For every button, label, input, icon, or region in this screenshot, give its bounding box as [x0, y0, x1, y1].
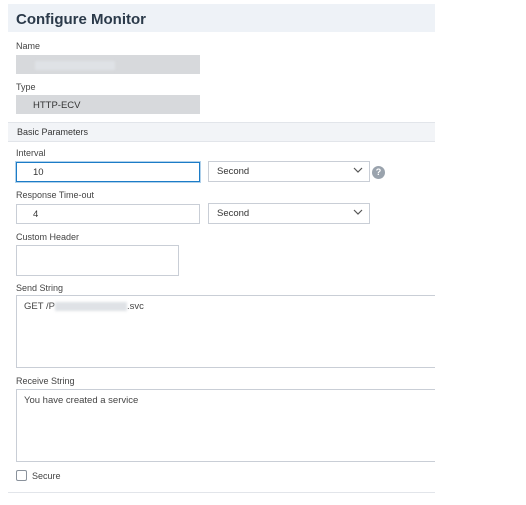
response-timeout-input[interactable]: 4 [16, 204, 200, 224]
receive-string-value: You have created a service [24, 395, 139, 406]
custom-header-input[interactable] [16, 245, 179, 276]
response-timeout-label: Response Time-out [16, 190, 95, 200]
bottom-divider [8, 492, 435, 493]
interval-label: Interval [16, 148, 46, 158]
response-timeout-value: 4 [33, 209, 39, 220]
send-string-prefix: GET /P [24, 301, 55, 312]
send-string-suffix: .svc [126, 301, 144, 312]
type-value: HTTP-ECV [33, 100, 81, 111]
name-redacted-value [35, 60, 115, 70]
interval-unit-value: Second [217, 166, 250, 177]
name-field [16, 55, 200, 74]
send-string-textarea[interactable]: GET /P .svc [16, 295, 435, 368]
page-title: Configure Monitor [16, 11, 146, 28]
type-field: HTTP-ECV [16, 95, 200, 114]
interval-input[interactable]: 10 [16, 162, 200, 182]
receive-string-label: Receive String [16, 376, 75, 386]
response-timeout-unit-select[interactable]: Second [208, 203, 370, 224]
type-label: Type [16, 82, 36, 92]
send-string-redacted [54, 301, 127, 311]
basic-parameters-section: Basic Parameters [8, 122, 435, 142]
receive-string-textarea[interactable]: You have created a service [16, 389, 435, 462]
chevron-down-icon [353, 209, 363, 215]
response-timeout-unit-value: Second [217, 208, 250, 219]
help-icon[interactable]: ? [372, 166, 385, 179]
chevron-down-icon [353, 167, 363, 173]
send-string-label: Send String [16, 283, 64, 293]
send-string-value: GET /P .svc [24, 301, 144, 312]
secure-label: Secure [32, 471, 61, 481]
interval-value: 10 [33, 167, 44, 178]
custom-header-label: Custom Header [16, 232, 80, 242]
basic-parameters-label: Basic Parameters [17, 127, 89, 137]
interval-unit-select[interactable]: Second [208, 161, 370, 182]
secure-checkbox[interactable] [16, 470, 27, 481]
name-label: Name [16, 41, 41, 51]
title-bar: Configure Monitor [8, 4, 435, 32]
